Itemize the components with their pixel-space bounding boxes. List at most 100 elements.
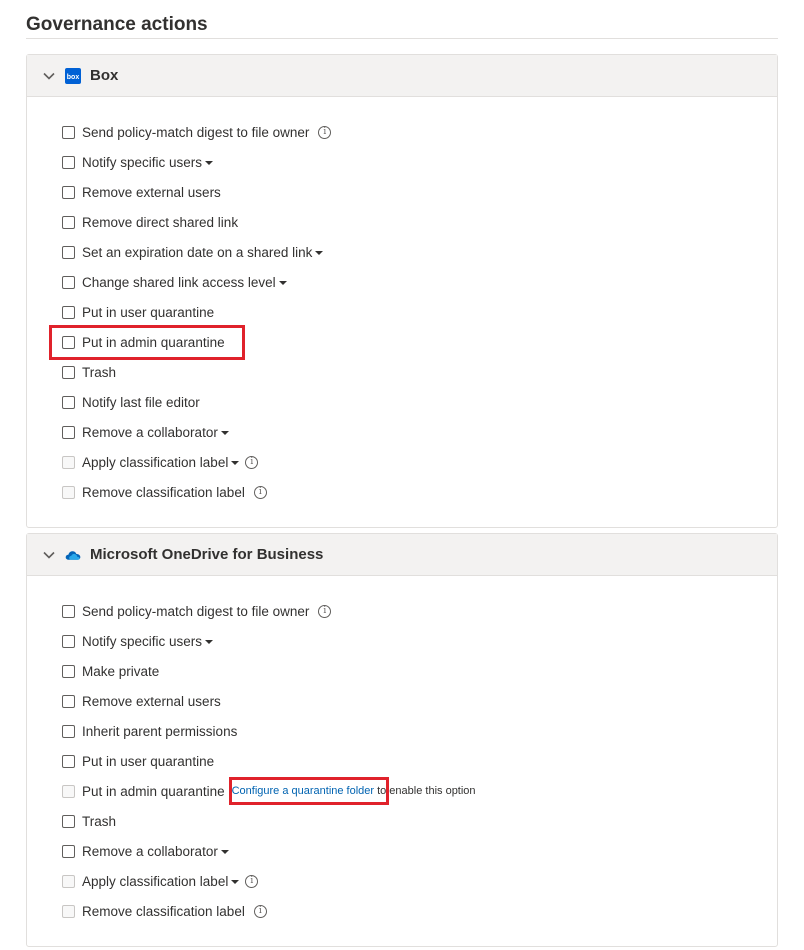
- info-icon[interactable]: i: [318, 125, 332, 139]
- box-panel-header[interactable]: box Box: [27, 55, 777, 97]
- action-label: Send policy-match digest to file owner: [82, 124, 310, 140]
- action-label: Remove a collaborator: [82, 843, 218, 859]
- action-item-send-policy-match-digest-to-file-owner[interactable]: Send policy-match digest to file owner i: [27, 117, 777, 147]
- checkbox[interactable]: [62, 245, 75, 259]
- action-item-remove-external-users[interactable]: Remove external users: [27, 177, 777, 207]
- onedrive-actions-list: Send policy-match digest to file owner i N…: [27, 576, 777, 926]
- action-item-trash[interactable]: Trash: [27, 357, 777, 387]
- caret-down-icon[interactable]: [315, 251, 324, 255]
- info-icon[interactable]: i: [245, 874, 259, 888]
- checkbox[interactable]: [62, 844, 75, 858]
- checkbox[interactable]: [62, 724, 75, 738]
- action-label: Trash: [82, 364, 117, 380]
- action-item-remove-external-users[interactable]: Remove external users: [27, 686, 777, 716]
- info-icon[interactable]: i: [318, 604, 332, 618]
- checkbox: [62, 455, 75, 469]
- onedrive-panel-title: Microsoft OneDrive for Business: [90, 546, 324, 563]
- action-label: Apply classification label: [82, 454, 229, 470]
- action-label: Remove external users: [82, 693, 221, 709]
- action-label: Trash: [82, 813, 117, 829]
- action-label: Remove a collaborator: [82, 424, 218, 440]
- checkbox[interactable]: [62, 125, 75, 139]
- action-item-remove-a-collaborator[interactable]: Remove a collaborator: [27, 836, 777, 866]
- checkbox[interactable]: [62, 395, 75, 409]
- checkbox[interactable]: [62, 215, 75, 229]
- action-item-remove-direct-shared-link[interactable]: Remove direct shared link: [27, 207, 777, 237]
- action-label: Put in user quarantine: [82, 753, 215, 769]
- checkbox[interactable]: [62, 305, 75, 319]
- action-item-put-in-user-quarantine[interactable]: Put in user quarantine: [27, 297, 777, 327]
- action-label: Put in admin quarantine: [82, 334, 225, 350]
- action-label: Inherit parent permissions: [82, 723, 238, 739]
- action-item-notify-last-file-editor[interactable]: Notify last file editor: [27, 387, 777, 417]
- checkbox[interactable]: [62, 604, 75, 618]
- checkbox: [62, 485, 75, 499]
- info-icon[interactable]: i: [253, 904, 267, 918]
- action-item-remove-classification-label: Remove classification label i: [27, 477, 777, 507]
- checkbox: [62, 874, 75, 888]
- onedrive-panel: Microsoft OneDrive for Business Send pol…: [26, 533, 778, 947]
- checkbox[interactable]: [62, 335, 75, 349]
- checkbox: [62, 904, 75, 918]
- action-item-notify-specific-users[interactable]: Notify specific users: [27, 147, 777, 177]
- action-label: Put in admin quarantine: [82, 783, 225, 799]
- action-item-put-in-user-quarantine[interactable]: Put in user quarantine: [27, 746, 777, 776]
- action-label: Send policy-match digest to file owner: [82, 603, 310, 619]
- checkbox[interactable]: [62, 694, 75, 708]
- action-label: Remove direct shared link: [82, 214, 239, 230]
- checkbox[interactable]: [62, 754, 75, 768]
- info-icon[interactable]: i: [245, 455, 259, 469]
- action-item-apply-classification-label: Apply classification label i: [27, 447, 777, 477]
- action-item-remove-classification-label: Remove classification label i: [27, 896, 777, 926]
- caret-down-icon[interactable]: [231, 461, 240, 465]
- action-label: Remove classification label: [82, 484, 245, 500]
- action-label: Put in user quarantine: [82, 304, 215, 320]
- action-label: Notify specific users: [82, 154, 203, 170]
- caret-down-icon[interactable]: [205, 640, 214, 644]
- info-icon[interactable]: i: [253, 485, 267, 499]
- checkbox[interactable]: [62, 425, 75, 439]
- configure-quarantine-folder-link[interactable]: Configure a quarantine folder: [232, 785, 374, 797]
- action-item-apply-classification-label: Apply classification label i: [27, 866, 777, 896]
- action-item-send-policy-match-digest-to-file-owner[interactable]: Send policy-match digest to file owner i: [27, 596, 777, 626]
- chevron-down-icon[interactable]: [41, 547, 57, 563]
- checkbox[interactable]: [62, 275, 75, 289]
- onedrive-panel-header[interactable]: Microsoft OneDrive for Business: [27, 534, 777, 576]
- box-logo-icon: box: [65, 67, 81, 84]
- enable-option-text: to enable this option: [377, 785, 476, 797]
- action-item-remove-a-collaborator[interactable]: Remove a collaborator: [27, 417, 777, 447]
- action-item-put-in-admin-quarantine: Put in admin quarantine Configure a quara…: [27, 776, 777, 806]
- checkbox[interactable]: [62, 185, 75, 199]
- page-title: Governance actions: [26, 14, 208, 35]
- box-actions-list: Send policy-match digest to file owner i N…: [27, 97, 777, 507]
- caret-down-icon[interactable]: [220, 850, 229, 854]
- action-item-change-shared-link-access-level[interactable]: Change shared link access level: [27, 267, 777, 297]
- action-item-trash[interactable]: Trash: [27, 806, 777, 836]
- onedrive-cloud-icon: [65, 547, 81, 563]
- action-item-notify-specific-users[interactable]: Notify specific users: [27, 626, 777, 656]
- chevron-down-icon[interactable]: [41, 68, 57, 84]
- action-label: Apply classification label: [82, 873, 229, 889]
- action-item-make-private[interactable]: Make private: [27, 656, 777, 686]
- action-label: Notify last file editor: [82, 394, 200, 410]
- action-item-set-an-expiration-date-on-a-shared-link[interactable]: Set an expiration date on a shared link: [27, 237, 777, 267]
- action-label: Remove external users: [82, 184, 221, 200]
- action-item-put-in-admin-quarantine[interactable]: Put in admin quarantine: [27, 327, 777, 357]
- action-label: Remove classification label: [82, 903, 245, 919]
- checkbox[interactable]: [62, 155, 75, 169]
- svg-text:box: box: [67, 74, 80, 81]
- action-item-inherit-parent-permissions[interactable]: Inherit parent permissions: [27, 716, 777, 746]
- title-divider: [26, 38, 778, 39]
- action-label: Make private: [82, 663, 160, 679]
- caret-down-icon[interactable]: [231, 880, 240, 884]
- caret-down-icon[interactable]: [278, 281, 287, 285]
- action-label: Change shared link access level: [82, 274, 276, 290]
- action-label: Notify specific users: [82, 633, 203, 649]
- caret-down-icon[interactable]: [205, 161, 214, 165]
- checkbox[interactable]: [62, 664, 75, 678]
- caret-down-icon[interactable]: [220, 431, 229, 435]
- box-panel: box Box Send policy-match digest to file…: [26, 54, 778, 528]
- checkbox[interactable]: [62, 365, 75, 379]
- checkbox[interactable]: [62, 634, 75, 648]
- checkbox[interactable]: [62, 814, 75, 828]
